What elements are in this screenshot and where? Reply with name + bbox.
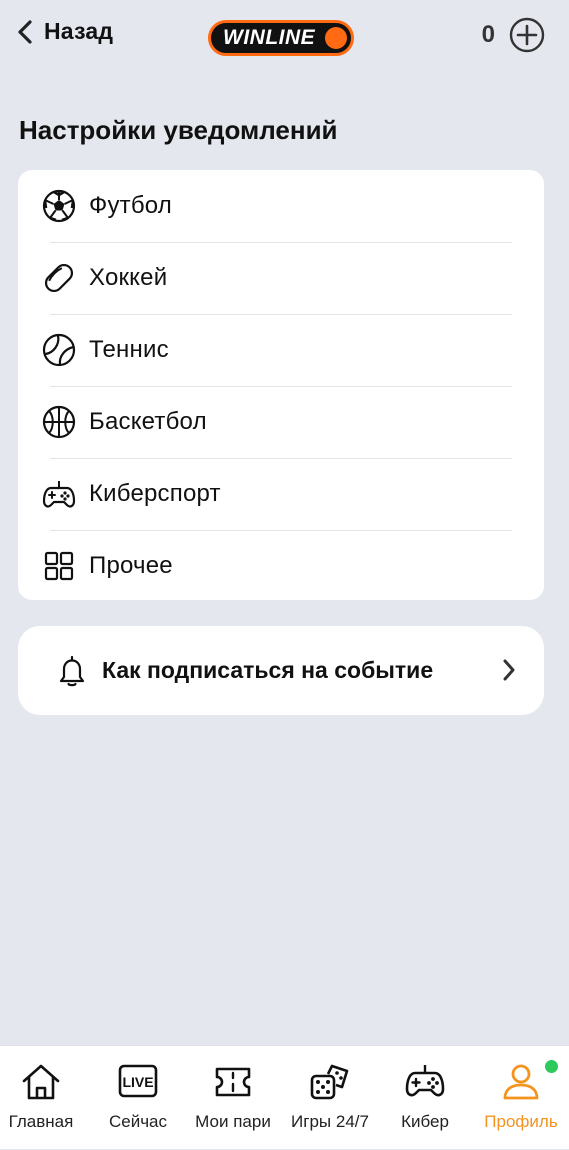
tab-label: Кибер	[401, 1112, 449, 1131]
chevron-right-icon	[503, 659, 515, 681]
bell-icon	[59, 655, 85, 686]
hockey-puck-icon	[42, 261, 76, 295]
tab-label: Сейчас	[108, 1112, 168, 1131]
grid-icon	[42, 549, 76, 583]
ticket-icon	[211, 1060, 255, 1104]
tab-profile[interactable]: Профиль	[478, 1046, 564, 1150]
gamepad-icon	[42, 477, 76, 511]
tab-label: Главная	[8, 1112, 74, 1131]
tab-games[interactable]: Игры 24/7	[285, 1046, 375, 1150]
basketball-icon	[42, 405, 76, 439]
sport-label: Киберспорт	[89, 480, 221, 507]
back-label: Назад	[44, 18, 114, 44]
bottom-tab-bar: Главная LIVE Сейчас Мои пари Игры 24/7 К…	[0, 1045, 569, 1149]
notification-dot	[545, 1060, 558, 1073]
tab-esports[interactable]: Кибер	[384, 1046, 466, 1150]
balance-value: 0	[481, 21, 495, 48]
tab-live[interactable]: LIVE Сейчас	[97, 1046, 179, 1150]
sport-item-esports[interactable]: Киберспорт	[18, 458, 544, 530]
balance-widget: 0	[482, 17, 545, 53]
back-button[interactable]: Назад	[16, 18, 113, 45]
sport-label: Баскетбол	[89, 408, 207, 435]
logo-dot	[325, 27, 347, 49]
tab-my-bets[interactable]: Мои пари	[190, 1046, 276, 1150]
tab-label: Игры 24/7	[291, 1112, 369, 1131]
sport-label: Футбол	[89, 192, 173, 219]
chevron-left-icon	[18, 19, 32, 44]
sport-label: Прочее	[89, 552, 173, 579]
sport-item-other[interactable]: Прочее	[18, 530, 544, 602]
home-icon	[19, 1060, 63, 1104]
sports-list: Футбол Хоккей Теннис Баскетбол Киберспор…	[18, 170, 544, 600]
sport-label: Хоккей	[89, 264, 168, 291]
page-title: Настройки уведомлений	[19, 115, 338, 145]
how-to-subscribe-button[interactable]: Как подписаться на событие	[18, 626, 544, 715]
sport-label: Теннис	[89, 336, 169, 363]
sport-item-tennis[interactable]: Теннис	[18, 314, 544, 386]
sport-item-football[interactable]: Футбол	[18, 170, 544, 242]
winline-logo: WINLINE	[208, 20, 354, 56]
soccer-ball-icon	[42, 189, 76, 223]
tab-label: Мои пари	[195, 1112, 271, 1131]
subscribe-label: Как подписаться на событие	[102, 657, 434, 683]
live-icon: LIVE	[116, 1060, 160, 1104]
tab-label: Профиль	[484, 1112, 558, 1131]
tennis-ball-icon	[42, 333, 76, 367]
dice-icon	[308, 1060, 352, 1104]
gamepad-icon	[403, 1060, 447, 1104]
tab-home[interactable]: Главная	[0, 1046, 82, 1150]
sport-item-hockey[interactable]: Хоккей	[18, 242, 544, 314]
svg-text:LIVE: LIVE	[122, 1074, 153, 1090]
add-funds-button[interactable]	[509, 17, 545, 53]
sport-item-basketball[interactable]: Баскетбол	[18, 386, 544, 458]
top-bar: Назад WINLINE 0	[0, 0, 569, 72]
logo-text: WINLINE	[223, 26, 316, 49]
user-icon	[499, 1060, 543, 1104]
